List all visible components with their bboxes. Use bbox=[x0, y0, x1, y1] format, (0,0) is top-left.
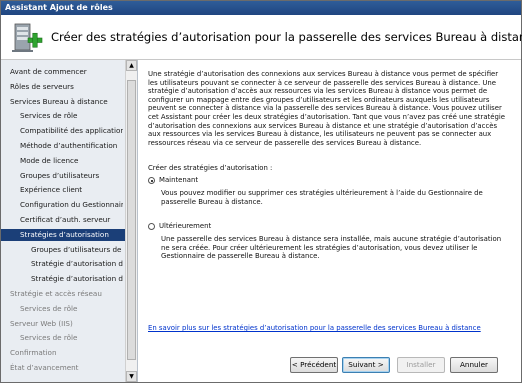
nav-item[interactable]: Compatibilité des applications bbox=[20, 125, 123, 137]
radio-later[interactable] bbox=[148, 223, 155, 230]
nav-item[interactable]: Stratégie et accès réseau bbox=[10, 288, 123, 300]
scroll-down-button[interactable]: ▼ bbox=[126, 371, 137, 382]
nav-item[interactable]: Stratégie d’autorisation de... bbox=[31, 258, 123, 270]
nav-item[interactable]: Services de rôle bbox=[20, 303, 123, 315]
button-bar: < Précédent Suivant > Installer Annuler bbox=[138, 352, 521, 382]
previous-button[interactable]: < Précédent bbox=[290, 357, 338, 373]
nav-item[interactable]: Services de rôle bbox=[20, 332, 123, 344]
nav-item[interactable]: Configuration du Gestionnaire ... bbox=[20, 199, 123, 211]
learn-more-link[interactable]: En savoir plus sur les stratégies d’auto… bbox=[148, 324, 481, 332]
nav-item[interactable]: Avant de commencer bbox=[10, 66, 123, 78]
nav-item[interactable]: Rôles de serveurs bbox=[10, 81, 123, 93]
wizard-content: Une stratégie d’autorisation des connexi… bbox=[138, 60, 521, 352]
intro-text: Une stratégie d’autorisation des connexi… bbox=[148, 70, 506, 147]
cancel-button[interactable]: Annuler bbox=[450, 357, 498, 373]
nav-item[interactable]: Services de rôle bbox=[20, 110, 123, 122]
server-add-icon bbox=[12, 23, 43, 52]
install-button[interactable]: Installer bbox=[397, 357, 445, 373]
wizard-header: Créer des stratégies d’autorisation pour… bbox=[1, 15, 522, 60]
nav-item[interactable]: Mode de licence bbox=[20, 155, 123, 167]
page-title: Créer des stratégies d’autorisation pour… bbox=[51, 30, 522, 44]
nav-item[interactable]: État d’avancement bbox=[10, 362, 123, 374]
radio-now[interactable] bbox=[148, 177, 155, 184]
radio-later-description: Une passerelle des services Bureau à dis… bbox=[161, 235, 502, 261]
nav-item[interactable]: Confirmation bbox=[10, 347, 123, 359]
nav-item[interactable]: Serveur Web (IIS) bbox=[10, 318, 123, 330]
radio-now-description: Vous pouvez modifier ou supprimer ces st… bbox=[161, 189, 483, 206]
nav-item[interactable]: Groupes d’utilisateurs de la... bbox=[31, 244, 123, 256]
window-title: Assistant Ajout de rôles bbox=[1, 1, 521, 15]
next-button[interactable]: Suivant > bbox=[342, 357, 390, 373]
wizard-steps-nav: Avant de commencer Rôles de serveurs Servi… bbox=[1, 60, 138, 382]
nav-item[interactable]: Méthode d’authentification bbox=[20, 140, 123, 152]
nav-item[interactable]: Services Bureau à distance bbox=[10, 96, 123, 108]
radio-later-label[interactable]: Ultérieurement bbox=[159, 222, 211, 231]
wizard-window: Assistant Ajout de rôles Créer des strat… bbox=[0, 0, 522, 383]
nav-item[interactable]: Certificat d’auth. serveur bbox=[20, 214, 123, 226]
nav-item[interactable]: Groupes d’utilisateurs bbox=[20, 170, 123, 182]
nav-item[interactable]: Stratégies d’autorisation bbox=[1, 228, 125, 241]
radio-now-label[interactable]: Maintenant bbox=[159, 176, 198, 185]
nav-item[interactable]: Expérience client bbox=[20, 184, 123, 196]
nav-scrollbar[interactable]: ▲ ▼ bbox=[125, 60, 137, 382]
question-label: Créer des stratégies d’autorisation : bbox=[148, 164, 273, 172]
nav-item[interactable]: Stratégie d’autorisation d’a... bbox=[31, 273, 123, 285]
scroll-up-button[interactable]: ▲ bbox=[126, 60, 137, 71]
scroll-thumb[interactable] bbox=[127, 80, 136, 360]
